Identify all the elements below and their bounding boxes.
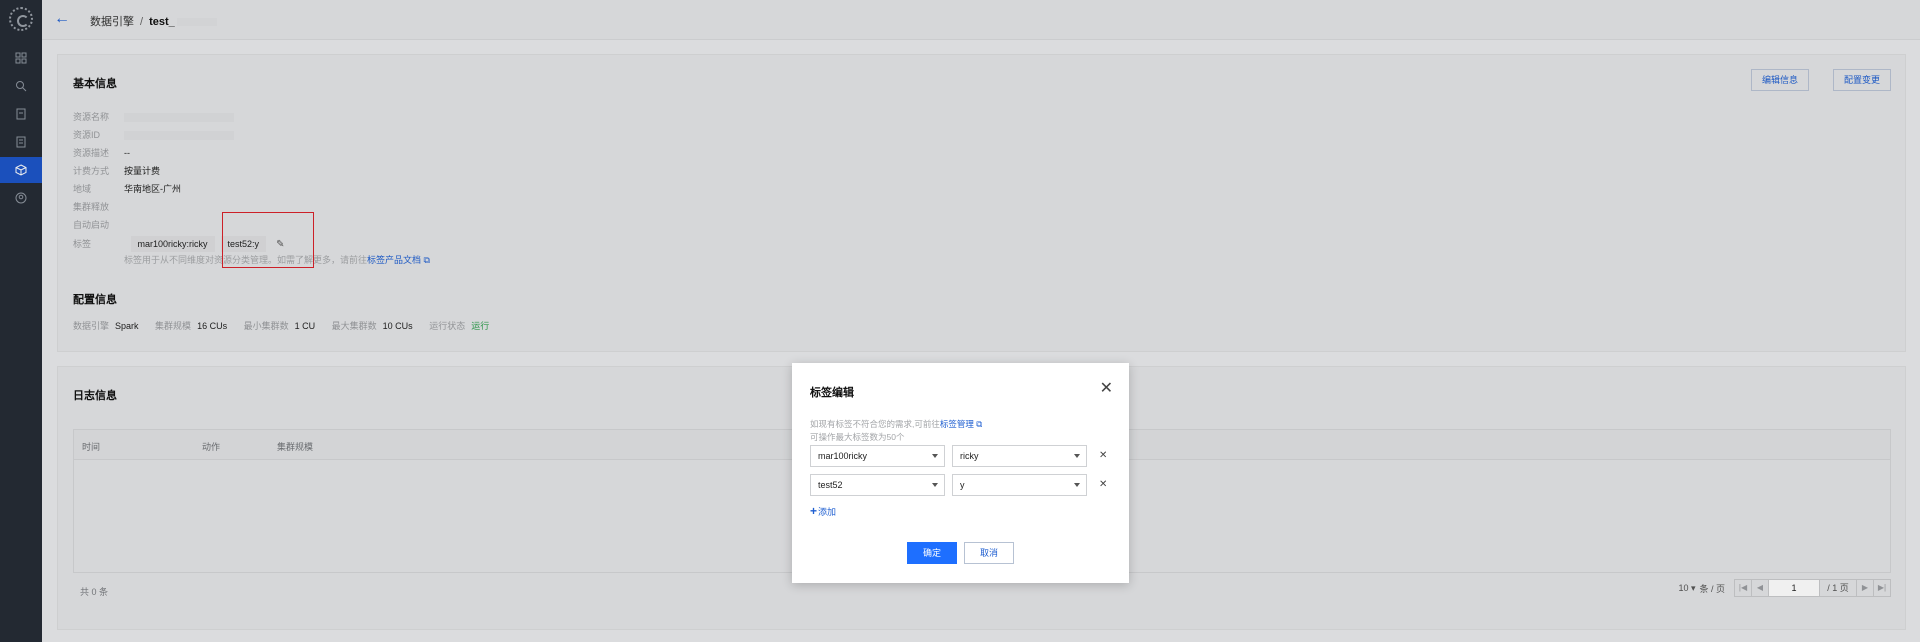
confirm-button[interactable]: 确定	[907, 542, 957, 564]
tag-edit-dialog: 标签编辑 ✕ 如现有标签不符合您的需求,可前往标签管理 ⧉ 可操作最大标签数为5…	[792, 363, 1129, 583]
plus-icon: +	[810, 504, 818, 518]
remove-tag-icon[interactable]: ✕	[1099, 450, 1107, 461]
chevron-down-icon	[1074, 483, 1080, 487]
chevron-down-icon	[1074, 454, 1080, 458]
cancel-button[interactable]: 取消	[964, 542, 1014, 564]
tag-value-select[interactable]: y	[952, 474, 1087, 496]
add-tag-button[interactable]: +添加	[810, 504, 836, 518]
dialog-tip: 如现有标签不符合您的需求,可前往标签管理 ⧉ 可操作最大标签数为50个	[810, 418, 982, 444]
tag-key-select[interactable]: mar100ricky	[810, 445, 945, 467]
dialog-title: 标签编辑	[810, 387, 854, 399]
chevron-down-icon	[932, 483, 938, 487]
tip-text: 如现有标签不符合您的需求,可前往	[810, 419, 940, 429]
external-link-icon: ⧉	[973, 419, 983, 429]
tag-value-value: y	[960, 480, 965, 490]
tip-limit: 可操作最大标签数为50个	[810, 432, 905, 442]
remove-tag-icon[interactable]: ✕	[1099, 479, 1107, 490]
add-tag-label: 添加	[818, 507, 837, 517]
close-icon[interactable]: ✕	[1100, 381, 1113, 397]
tag-value-value: ricky	[960, 451, 979, 461]
tag-key-value: mar100ricky	[818, 451, 868, 461]
tag-key-select[interactable]: test52	[810, 474, 945, 496]
tag-manage-link[interactable]: 标签管理	[940, 419, 974, 429]
chevron-down-icon	[932, 454, 938, 458]
tag-key-value: test52	[818, 480, 843, 490]
tag-value-select[interactable]: ricky	[952, 445, 1087, 467]
